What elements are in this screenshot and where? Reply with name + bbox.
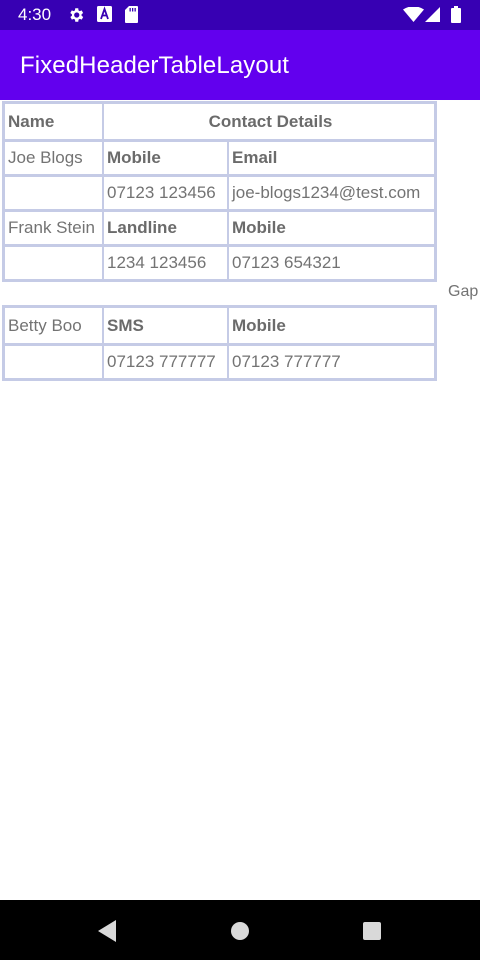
empty-cell — [5, 247, 102, 279]
gear-icon — [70, 8, 84, 22]
wifi-icon — [403, 7, 424, 22]
contacts-table-section: Betty Boo SMS Mobile 07123 777777 07123 … — [2, 305, 437, 381]
gap-label: Gap — [448, 283, 479, 300]
table-row: Betty Boo SMS Mobile — [5, 308, 434, 343]
status-bar: 4:30 — [0, 0, 480, 30]
contact-value: 07123 777777 — [102, 346, 227, 378]
app-bar: FixedHeaderTableLayout — [0, 30, 480, 100]
navigation-bar — [0, 900, 480, 960]
empty-cell — [5, 177, 102, 209]
sd-card-icon — [125, 6, 138, 23]
table-row: 07123 777777 07123 777777 — [5, 343, 434, 378]
table-row: Joe Blogs Mobile Email — [5, 139, 434, 174]
contact-value: 1234 123456 — [102, 247, 227, 279]
contact-label: Landline — [102, 212, 227, 244]
table-header-row: Name Contact Details — [5, 104, 434, 139]
header-name: Name — [8, 111, 55, 131]
header-contact-details: Contact Details — [102, 104, 434, 139]
contact-label: SMS — [102, 308, 227, 343]
text-a-icon — [97, 6, 112, 22]
signal-icon — [425, 7, 440, 22]
contact-name: Frank Stein — [8, 218, 95, 237]
contacts-table: Name Contact Details Joe Blogs Mobile Em… — [2, 101, 437, 282]
table-row: 07123 123456 joe-blogs1234@test.com — [5, 174, 434, 209]
status-time: 4:30 — [18, 5, 52, 24]
battery-icon — [451, 6, 461, 23]
app-title: FixedHeaderTableLayout — [20, 52, 290, 79]
back-icon[interactable] — [98, 920, 118, 942]
contact-value: joe-blogs1234@test.com — [227, 177, 434, 209]
contact-value: 07123 123456 — [102, 177, 227, 209]
contact-name: Joe Blogs — [8, 148, 83, 167]
table-row: Frank Stein Landline Mobile — [5, 209, 434, 244]
contact-label: Mobile — [227, 212, 434, 244]
recents-icon[interactable] — [363, 922, 381, 940]
contact-value: 07123 777777 — [227, 346, 434, 378]
contact-value: 07123 654321 — [227, 247, 434, 279]
contact-name: Betty Boo — [8, 315, 82, 335]
contact-label: Mobile — [227, 308, 434, 343]
empty-cell — [5, 346, 102, 378]
contact-label: Email — [227, 142, 434, 174]
table-row: 1234 123456 07123 654321 — [5, 244, 434, 279]
home-icon[interactable] — [230, 921, 250, 941]
contact-label: Mobile — [102, 142, 227, 174]
